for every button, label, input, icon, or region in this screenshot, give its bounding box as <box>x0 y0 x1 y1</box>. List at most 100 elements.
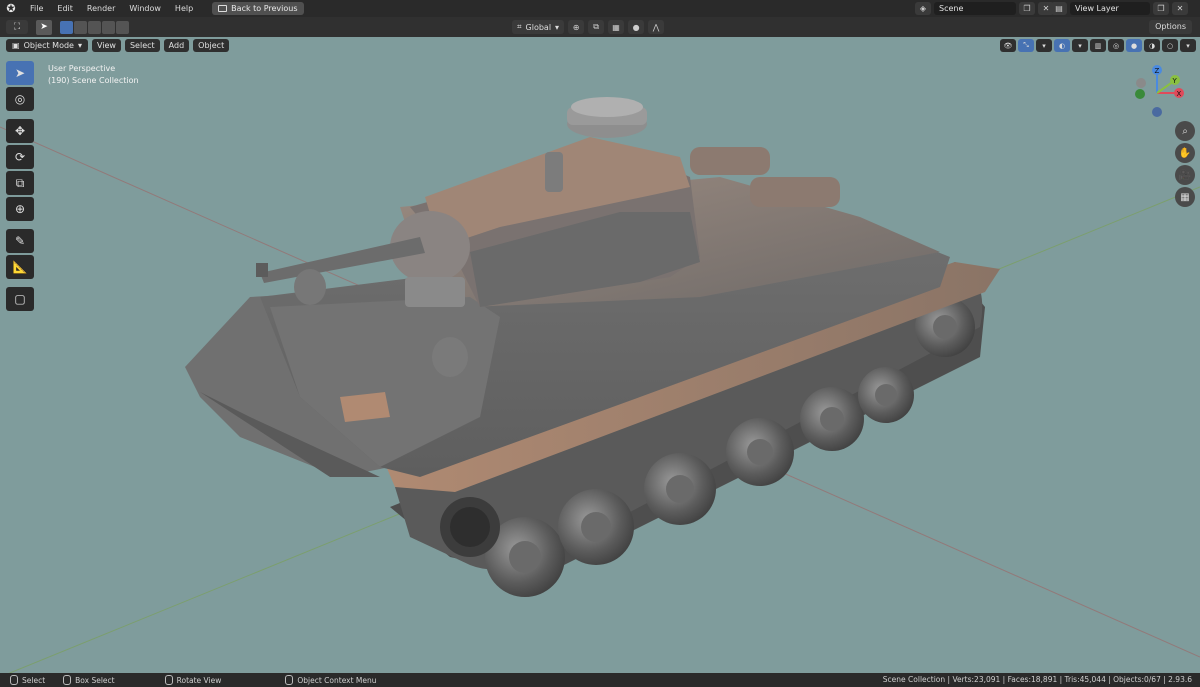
mode-icon: ▣ <box>12 41 20 50</box>
object-mode-dropdown[interactable]: ▣ Object Mode ▾ <box>6 39 88 52</box>
material-shading-icon[interactable]: ◑ <box>1144 39 1160 52</box>
viewport-header: ▣ Object Mode ▾ View Select Add Object 👁… <box>0 37 1200 54</box>
select-extend-icon[interactable] <box>74 20 87 34</box>
falloff-icon[interactable]: ⋀ <box>648 20 665 34</box>
proportional-edit-icon[interactable]: ● <box>628 20 645 34</box>
hint-rotate-label: Rotate View <box>176 675 222 685</box>
y-axis-label: Y <box>1172 77 1178 85</box>
cursor-icon[interactable]: ➤ <box>36 19 52 35</box>
move-icon[interactable]: ✥ <box>6 119 34 143</box>
delete-view-layer-icon[interactable]: ✕ <box>1172 2 1188 15</box>
fuel-tank <box>750 177 840 207</box>
viewport-menu-object[interactable]: Object <box>193 39 230 52</box>
muzzle <box>256 263 268 277</box>
status-bar: Select Box Select Rotate View Object Con… <box>0 673 1200 687</box>
view-layer-icon[interactable]: ▤ <box>1051 2 1067 15</box>
orientation-icon: ⌗ <box>517 22 522 31</box>
scene-render <box>0 97 1200 673</box>
neg-y-axis-icon <box>1135 89 1145 99</box>
neg-z-axis-icon <box>1152 107 1162 117</box>
options-dropdown[interactable]: Options <box>1149 20 1192 34</box>
hint-select-label: Select <box>22 675 46 685</box>
menu-window[interactable]: Window <box>122 0 168 17</box>
select-new-icon[interactable] <box>60 20 73 34</box>
cupola-top <box>571 97 643 117</box>
cursor-3d-icon[interactable]: ◎ <box>6 87 34 111</box>
gizmo-dropdown-icon[interactable]: ▾ <box>1036 39 1052 52</box>
shading-dropdown-icon[interactable]: ▾ <box>1180 39 1196 52</box>
headlight-left <box>294 269 326 305</box>
pivot-icon[interactable]: ⊕ <box>568 20 585 34</box>
viewport-menu-view[interactable]: View <box>91 39 121 52</box>
tool-shelf: ➤ ◎ ✥ ⟳ ⧉ ⊕ ✎ 📐 ▢ <box>6 61 34 311</box>
transform-icon[interactable]: ⊕ <box>6 197 34 221</box>
view-layer-selector: ▤ View Layer ❐ ✕ <box>1051 2 1188 15</box>
mouse-left-icon <box>10 675 18 685</box>
editor-type-icon[interactable]: ⛶ <box>6 20 28 34</box>
hint-select: Select <box>10 675 45 685</box>
scene-icon[interactable]: ◈ <box>915 2 931 15</box>
menu-edit[interactable]: Edit <box>50 0 80 17</box>
menu-help[interactable]: Help <box>168 0 200 17</box>
wireframe-shading-icon[interactable]: ◎ <box>1108 39 1124 52</box>
hint-box-select: Box Select <box>63 675 115 685</box>
add-cube-icon[interactable]: ▢ <box>6 287 34 311</box>
blender-logo-icon[interactable]: ✪ <box>4 2 18 16</box>
new-view-layer-icon[interactable]: ❐ <box>1153 2 1169 15</box>
driver-hatch <box>405 277 465 307</box>
view-layer-field[interactable]: View Layer <box>1070 2 1150 15</box>
hint-context: Object Context Menu <box>285 675 377 685</box>
select-intersect-icon[interactable] <box>116 20 129 34</box>
menu-render[interactable]: Render <box>80 0 122 17</box>
mouse-middle-icon <box>164 675 173 685</box>
snap-target-icon[interactable]: ▦ <box>608 20 625 34</box>
zoom-icon[interactable]: ⌕ <box>1175 121 1195 141</box>
pan-hand-icon[interactable]: ✋ <box>1175 143 1195 163</box>
orientation-label: Global <box>525 22 552 32</box>
3d-viewport[interactable]: ▣ Object Mode ▾ View Select Add Object 👁… <box>0 37 1200 673</box>
chevron-down-icon: ▾ <box>555 22 560 32</box>
camera-icon[interactable]: 🎥 <box>1175 165 1195 185</box>
chevron-down-icon: ▾ <box>77 41 82 50</box>
rendered-shading-icon[interactable]: ○ <box>1162 39 1178 52</box>
transform-orientation-dropdown[interactable]: ⌗ Global ▾ <box>512 20 565 34</box>
tow-hook <box>340 392 390 422</box>
viewport-menu-select[interactable]: Select <box>124 39 160 52</box>
visibility-icon[interactable]: 👁 <box>1000 39 1016 52</box>
select-subtract-icon[interactable] <box>88 20 101 34</box>
menu-file[interactable]: File <box>23 0 50 17</box>
new-scene-icon[interactable]: ❐ <box>1019 2 1035 15</box>
solid-shading-icon[interactable]: ● <box>1126 39 1142 52</box>
snap-icon[interactable]: ⧉ <box>588 20 605 34</box>
x-axis-label: X <box>1177 90 1182 98</box>
select-box-icon[interactable]: ➤ <box>6 61 34 85</box>
hint-box-select-label: Box Select <box>75 675 115 685</box>
scene-selector: ◈ Scene ❐ ✕ <box>915 2 1054 15</box>
mouse-drag-icon <box>63 675 72 685</box>
xray-icon[interactable]: ▥ <box>1090 39 1106 52</box>
perspective-label: User Perspective <box>48 64 116 73</box>
grid-icon[interactable]: ▦ <box>1175 187 1195 207</box>
back-to-previous-button[interactable]: Back to Previous <box>212 2 304 15</box>
navigation-gizmo[interactable]: X Y Z <box>1122 63 1192 123</box>
hint-rotate: Rotate View <box>164 675 222 685</box>
transform-settings: ⌗ Global ▾ ⊕ ⧉ ▦ ● ⋀ <box>512 20 665 34</box>
gizmo-toggle-icon[interactable]: ⤡ <box>1018 39 1034 52</box>
hint-context-label: Object Context Menu <box>297 675 377 685</box>
z-axis-label: Z <box>1155 67 1160 75</box>
top-menu-bar: ✪ File Edit Render Window Help Back to P… <box>0 0 1200 17</box>
tool-header: ⛶ ➤ ⌗ Global ▾ ⊕ ⧉ ▦ ● ⋀ Options <box>0 17 1200 37</box>
annotate-icon[interactable]: ✎ <box>6 229 34 253</box>
scale-icon[interactable]: ⧉ <box>6 171 34 195</box>
mode-label: Object Mode <box>23 41 74 50</box>
engine-deck-vent <box>690 147 770 175</box>
headlight-right <box>432 337 468 377</box>
viewport-menu-add[interactable]: Add <box>163 39 190 52</box>
rotate-icon[interactable]: ⟳ <box>6 145 34 169</box>
select-invert-icon[interactable] <box>102 20 115 34</box>
scene-name-field[interactable]: Scene <box>934 2 1016 15</box>
scene-statistics: Scene Collection | Verts:23,091 | Faces:… <box>882 675 1192 684</box>
overlay-dropdown-icon[interactable]: ▾ <box>1072 39 1088 52</box>
measure-icon[interactable]: 📐 <box>6 255 34 279</box>
overlay-toggle-icon[interactable]: ◐ <box>1054 39 1070 52</box>
